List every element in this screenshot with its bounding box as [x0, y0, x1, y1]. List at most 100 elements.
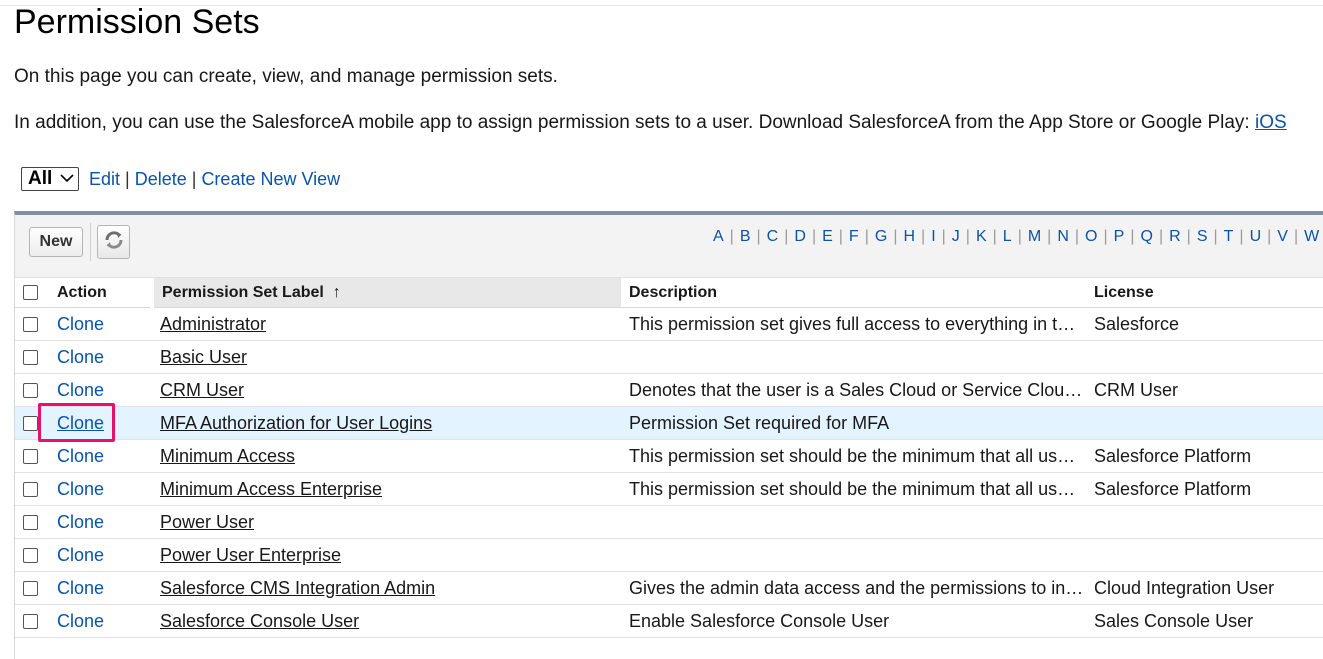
- permission-set-link[interactable]: Minimum Access Enterprise: [160, 479, 382, 499]
- alpha-filter-q[interactable]: Q: [1140, 228, 1152, 246]
- alpha-filter-s[interactable]: S: [1197, 228, 1208, 246]
- alpha-filter-n[interactable]: N: [1057, 228, 1069, 246]
- license-cell: [1086, 406, 1323, 440]
- refresh-button[interactable]: [97, 225, 130, 259]
- alpha-filter-v[interactable]: V: [1277, 228, 1288, 246]
- alpha-separator: |: [1267, 228, 1272, 245]
- action-cell: Clone: [49, 340, 152, 374]
- select-all-checkbox[interactable]: [23, 284, 38, 300]
- clone-link[interactable]: Clone: [57, 512, 104, 532]
- alpha-filter-o[interactable]: O: [1085, 228, 1097, 246]
- row-checkbox[interactable]: [23, 581, 38, 597]
- permission-set-link[interactable]: Administrator: [160, 314, 266, 334]
- alpha-separator: |: [784, 228, 789, 245]
- alpha-separator: |: [893, 228, 898, 245]
- table-row: Clone Salesforce CMS Integration Admin Giv…: [15, 571, 1323, 605]
- alpha-filter-c[interactable]: C: [767, 228, 779, 246]
- permission-set-link[interactable]: CRM User: [160, 380, 244, 400]
- alpha-filter-a[interactable]: A: [713, 228, 724, 246]
- clone-link[interactable]: Clone: [57, 611, 104, 631]
- alpha-filter-g[interactable]: G: [875, 228, 887, 246]
- clone-link[interactable]: Clone: [57, 314, 104, 334]
- alpha-filter-m[interactable]: M: [1028, 228, 1041, 246]
- clone-link[interactable]: Clone: [57, 578, 104, 598]
- row-checkbox[interactable]: [23, 416, 38, 432]
- row-checkbox[interactable]: [23, 482, 38, 498]
- alpha-filter-u[interactable]: U: [1250, 228, 1262, 246]
- table-row: Clone Power User Enterprise: [15, 538, 1323, 572]
- alpha-filter-l[interactable]: L: [1003, 228, 1012, 246]
- create-new-view-link[interactable]: Create New View: [201, 169, 340, 190]
- clone-link[interactable]: Clone: [57, 446, 104, 466]
- alpha-filter-f[interactable]: F: [849, 228, 859, 246]
- description-cell: [621, 505, 1086, 539]
- list-view-bar: All Edit | Delete | Create New View: [21, 167, 340, 191]
- alpha-filter-h[interactable]: H: [903, 228, 915, 246]
- alpha-separator: |: [1017, 228, 1022, 245]
- row-checkbox[interactable]: [23, 548, 38, 564]
- row-checkbox[interactable]: [23, 383, 38, 399]
- alpha-separator: |: [729, 228, 734, 245]
- permission-set-link[interactable]: Power User Enterprise: [160, 545, 341, 565]
- label-cell: Minimum Access: [152, 439, 621, 473]
- column-header-label[interactable]: Permission Set Label ↑: [150, 278, 621, 308]
- delete-view-link[interactable]: Delete: [135, 169, 187, 190]
- list-toolbar: New A | B | C | D | E | F | G | H | I | J | K | L | M | N | O | P | Q | R |…: [15, 215, 1323, 278]
- alpha-filter-p[interactable]: P: [1114, 228, 1125, 246]
- row-checkbox[interactable]: [23, 317, 38, 333]
- description-cell: [621, 538, 1086, 572]
- chevron-down-icon: [60, 172, 74, 186]
- alpha-separator: |: [811, 228, 817, 245]
- license-cell: Salesforce: [1086, 307, 1323, 341]
- alpha-filter-k[interactable]: K: [976, 228, 987, 246]
- permission-set-link[interactable]: Basic User: [160, 347, 247, 367]
- clone-link[interactable]: Clone: [57, 380, 104, 400]
- alpha-filter-w[interactable]: W: [1304, 228, 1319, 246]
- description-cell: Permission Set required for MFA: [621, 406, 1086, 440]
- clone-link[interactable]: Clone: [57, 479, 104, 499]
- clone-link[interactable]: Clone: [57, 545, 104, 565]
- toolbar-divider: [90, 223, 91, 261]
- license-cell: Sales Console User: [1086, 604, 1323, 638]
- view-select[interactable]: All: [21, 167, 79, 191]
- label-cell: Power User Enterprise: [152, 538, 621, 572]
- column-header-license[interactable]: License: [1086, 278, 1323, 308]
- permission-set-link[interactable]: Minimum Access: [160, 446, 295, 466]
- row-checkbox[interactable]: [23, 449, 38, 465]
- table-header-row: Action Permission Set Label ↑ Descriptio…: [15, 278, 1323, 308]
- alpha-filter-d[interactable]: D: [794, 228, 806, 246]
- label-cell: Minimum Access Enterprise: [152, 472, 621, 506]
- description-cell: Enable Salesforce Console User: [621, 604, 1086, 638]
- view-separator: |: [191, 168, 197, 189]
- alpha-separator: |: [1047, 228, 1052, 245]
- row-select-cell: [15, 373, 49, 407]
- permission-set-link[interactable]: Salesforce Console User: [160, 611, 359, 631]
- permission-set-link[interactable]: MFA Authorization for User Logins: [160, 413, 432, 433]
- alpha-separator: |: [1186, 228, 1191, 245]
- label-cell: Basic User: [152, 340, 621, 374]
- alpha-filter-t[interactable]: T: [1224, 228, 1234, 246]
- row-checkbox[interactable]: [23, 350, 38, 366]
- row-select-cell: [15, 472, 49, 506]
- alpha-filter-i[interactable]: I: [931, 228, 935, 246]
- new-button[interactable]: New: [29, 227, 83, 257]
- row-select-cell: [15, 538, 49, 572]
- alphabet-filter: A | B | C | D | E | F | G | H | I | J | K | L | M | N | O | P | Q | R | S | T |…: [713, 228, 1319, 246]
- row-select-cell: [15, 307, 49, 341]
- clone-link[interactable]: Clone: [57, 347, 104, 367]
- alpha-filter-e[interactable]: E: [822, 228, 833, 246]
- column-header-description[interactable]: Description: [621, 278, 1086, 308]
- ios-link[interactable]: iOS: [1255, 112, 1287, 133]
- edit-view-link[interactable]: Edit: [89, 169, 120, 190]
- action-cell: Clone: [49, 439, 152, 473]
- alpha-filter-r[interactable]: R: [1169, 228, 1181, 246]
- row-checkbox[interactable]: [23, 515, 38, 531]
- clone-link[interactable]: Clone: [57, 413, 104, 433]
- alpha-filter-j[interactable]: J: [952, 228, 960, 246]
- permission-set-link[interactable]: Power User: [160, 512, 254, 532]
- row-checkbox[interactable]: [23, 614, 38, 630]
- action-cell: Clone: [49, 472, 152, 506]
- permission-set-link[interactable]: Salesforce CMS Integration Admin: [160, 578, 435, 598]
- alpha-filter-b[interactable]: B: [740, 228, 751, 246]
- refresh-icon: [103, 229, 125, 256]
